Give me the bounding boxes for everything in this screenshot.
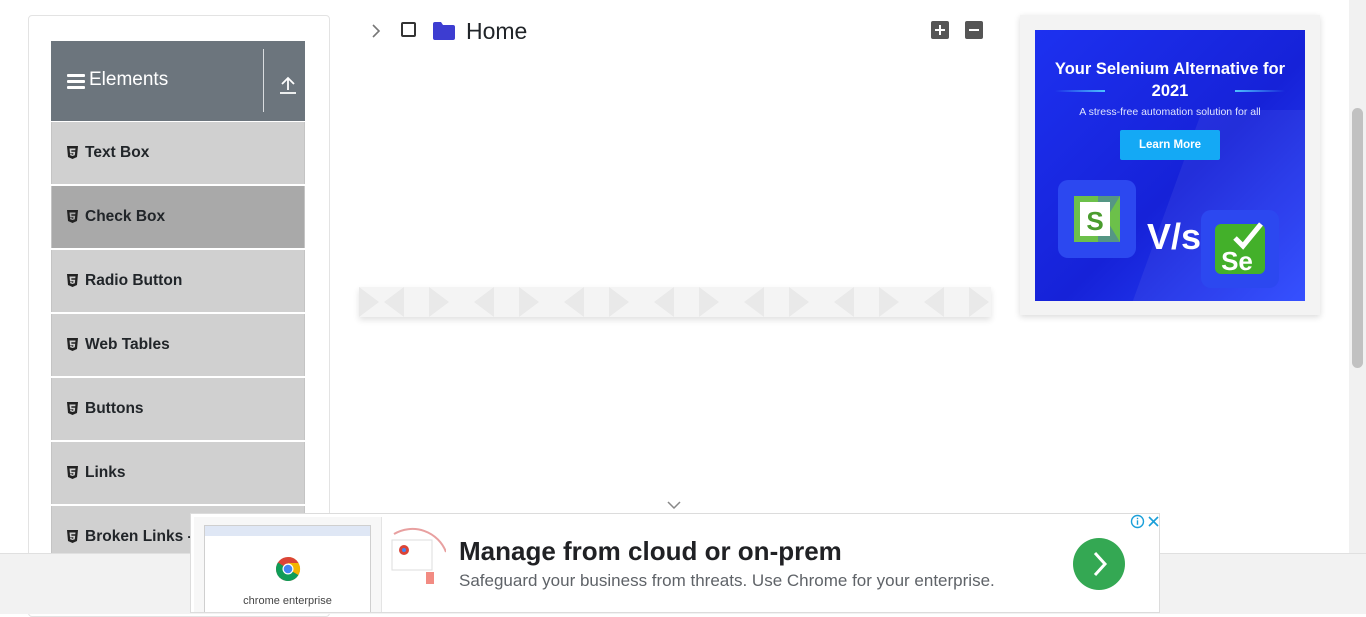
ad-placeholder-strip (359, 287, 991, 317)
ad-headline: Your Selenium Alternative for 2021 (1054, 60, 1286, 100)
katalon-logo-letter: S (1086, 206, 1103, 236)
ad-versus-text: V/s (1147, 216, 1202, 257)
katalon-logo-icon: S (1074, 196, 1120, 242)
ad-headline-text[interactable]: Manage from cloud or on-prem (459, 536, 842, 567)
elements-group-header[interactable]: Elements (51, 41, 305, 121)
chevron-down-icon[interactable] (667, 500, 681, 510)
close-icon[interactable] (1146, 514, 1160, 529)
ad-decorative-line (1055, 90, 1105, 92)
expand-all-button[interactable] (931, 21, 949, 39)
menu-item-label: Check Box (85, 208, 166, 225)
katalon-logo: S (1058, 180, 1136, 258)
ad-decorative-line (1235, 90, 1285, 92)
scrollbar-thumb[interactable] (1352, 108, 1363, 368)
elements-menu-list: Text Box Check Box Radio Button Web Tabl… (51, 122, 305, 570)
html5-icon (67, 210, 78, 223)
selenium-logo-letters: Se (1221, 246, 1253, 276)
ad-secondary-preview (391, 527, 446, 584)
html5-icon (67, 530, 78, 543)
ad-go-button[interactable] (1073, 538, 1125, 590)
menu-item-label: Buttons (85, 400, 144, 417)
menu-item-label: Links (85, 464, 126, 481)
ad-info-icon[interactable] (1130, 514, 1145, 529)
bottom-banner-ad[interactable]: chrome enterprise Manage from cloud or o… (190, 513, 1160, 613)
html5-icon (67, 274, 78, 287)
home-checkbox[interactable] (401, 22, 416, 37)
selenium-logo-icon: Se (1215, 222, 1265, 276)
header-divider (263, 49, 264, 112)
ad-description-text: Safeguard your business from threats. Us… (459, 571, 995, 590)
menu-item-label: Text Box (85, 144, 150, 161)
menu-item-buttons[interactable]: Buttons (51, 378, 305, 440)
chevron-right-icon (1093, 551, 1108, 577)
menu-item-label: Web Tables (85, 336, 170, 353)
hamburger-icon (67, 74, 85, 89)
ad-brand-text: chrome enterprise (243, 595, 332, 607)
folder-icon (433, 22, 455, 40)
ad-learn-more-button[interactable]: Learn More (1120, 130, 1220, 160)
chrome-logo-icon (276, 557, 301, 582)
menu-item-links[interactable]: Links (51, 442, 305, 504)
menu-item-text-box[interactable]: Text Box (51, 122, 305, 184)
chevron-right-icon[interactable] (370, 24, 382, 38)
ad-creative[interactable]: Your Selenium Alternative for 2021 A str… (1035, 30, 1305, 301)
ad-browser-tabbar (205, 526, 370, 536)
html5-icon (67, 466, 78, 479)
selenium-logo: Se (1201, 210, 1279, 288)
html5-icon (67, 146, 78, 159)
menu-item-web-tables[interactable]: Web Tables (51, 314, 305, 376)
menu-item-check-box[interactable]: Check Box (51, 186, 305, 248)
group-title: Elements (89, 69, 169, 90)
tree-root-label[interactable]: Home (466, 18, 527, 45)
upload-icon[interactable] (279, 75, 297, 95)
side-advertisement[interactable]: Your Selenium Alternative for 2021 A str… (1020, 15, 1320, 315)
ad-browser-window: chrome enterprise (204, 525, 371, 612)
ad-subline: A stress-free automation solution for al… (1079, 106, 1261, 118)
menu-item-label: Radio Button (85, 272, 183, 289)
html5-icon (67, 338, 78, 351)
menu-item-radio-button[interactable]: Radio Button (51, 250, 305, 312)
collapse-all-button[interactable] (965, 21, 983, 39)
ad-browser-preview: chrome enterprise (194, 517, 382, 612)
html5-icon (67, 402, 78, 415)
menu-item-label: Broken Links - (85, 528, 193, 545)
